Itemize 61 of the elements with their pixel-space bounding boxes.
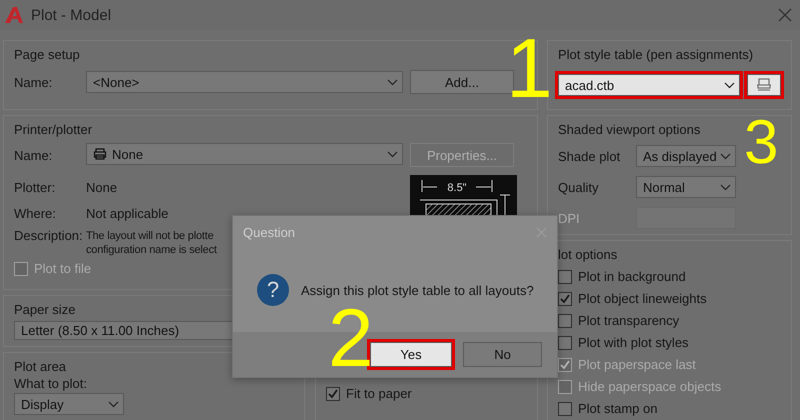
- field-label: Name:: [14, 147, 54, 165]
- dropdown[interactable]: acad.ctb: [558, 74, 740, 96]
- chevron-icon: [720, 152, 731, 160]
- window-title: Plot - Model: [31, 6, 112, 24]
- dropdown[interactable]: As displayed: [636, 145, 736, 167]
- checkbox-label: Plot object lineweights: [578, 291, 707, 306]
- group-title: lot options: [558, 246, 618, 262]
- add-button[interactable]: Add...: [410, 70, 514, 94]
- edit-button[interactable]: [747, 74, 781, 96]
- checkbox-label: Plot stamp on: [578, 401, 658, 416]
- field-label: Description:: [14, 227, 79, 245]
- dropdown-value: None: [112, 146, 144, 162]
- dropdown[interactable]: Display: [14, 393, 124, 415]
- dialog-button[interactable]: Yes: [370, 342, 452, 367]
- checkbox[interactable]: [558, 270, 572, 284]
- group-title: Plot area: [14, 358, 68, 374]
- chevron-icon: [724, 82, 736, 88]
- checkbox-label: Hide paperspace objects: [578, 379, 722, 394]
- dialog-title: Question: [243, 224, 296, 240]
- checkbox[interactable]: [558, 292, 572, 306]
- field-label: Where:: [14, 205, 57, 223]
- close-icon[interactable]: [778, 8, 792, 22]
- chevron-icon: [720, 184, 731, 190]
- chevron-icon: [108, 400, 119, 408]
- group-title: Shaded viewport options: [558, 121, 702, 137]
- field-value: Not applicable: [86, 205, 168, 223]
- checkbox-label: Plot transparency: [578, 313, 680, 328]
- checkbox-label: Plot paperspace last: [578, 357, 696, 372]
- checkbox-label: Plot to file: [34, 261, 92, 276]
- group-title: Printer/plotter: [14, 121, 94, 137]
- group-title: Plot style table (pen assignments): [558, 46, 754, 62]
- dropdown[interactable]: <None>: [86, 71, 403, 93]
- checkbox-label: Plot in background: [578, 269, 686, 284]
- field-label: What to plot:: [14, 376, 88, 391]
- question-icon: ?: [257, 274, 289, 306]
- field-value: None: [86, 179, 118, 197]
- printer-icon: [93, 148, 107, 160]
- chevron-icon: [387, 150, 398, 158]
- group-title: Page setup: [14, 46, 81, 62]
- checkbox-label: Plot with plot styles: [578, 335, 689, 350]
- dropdown[interactable]: Normal: [636, 176, 736, 198]
- dialog-button[interactable]: No: [463, 342, 542, 367]
- checkbox[interactable]: [558, 314, 572, 328]
- checkbox-label: Fit to paper: [346, 386, 412, 401]
- checkbox[interactable]: [558, 336, 572, 350]
- field-label: DPI: [558, 210, 581, 226]
- checkbox[interactable]: [326, 386, 340, 400]
- dialog-message: Assign this plot style table to all layouts?: [301, 282, 534, 298]
- field-label: Quality: [558, 180, 600, 194]
- field-label: Name:: [14, 74, 54, 90]
- field-label: Shade plot: [558, 148, 622, 164]
- chevron-icon: [387, 78, 398, 86]
- edit-table-icon: [755, 77, 774, 93]
- dropdown[interactable]: None: [86, 143, 403, 165]
- checkbox[interactable]: [558, 402, 572, 416]
- annotation-number: 3: [744, 112, 779, 174]
- app-logo-icon: [5, 7, 23, 23]
- field-value: The layout will not be plotte configuration name is select: [86, 229, 217, 258]
- field-label: Plotter:: [14, 179, 56, 197]
- group-title: Paper size: [14, 301, 76, 317]
- dimension-label: 8.5": [447, 182, 467, 194]
